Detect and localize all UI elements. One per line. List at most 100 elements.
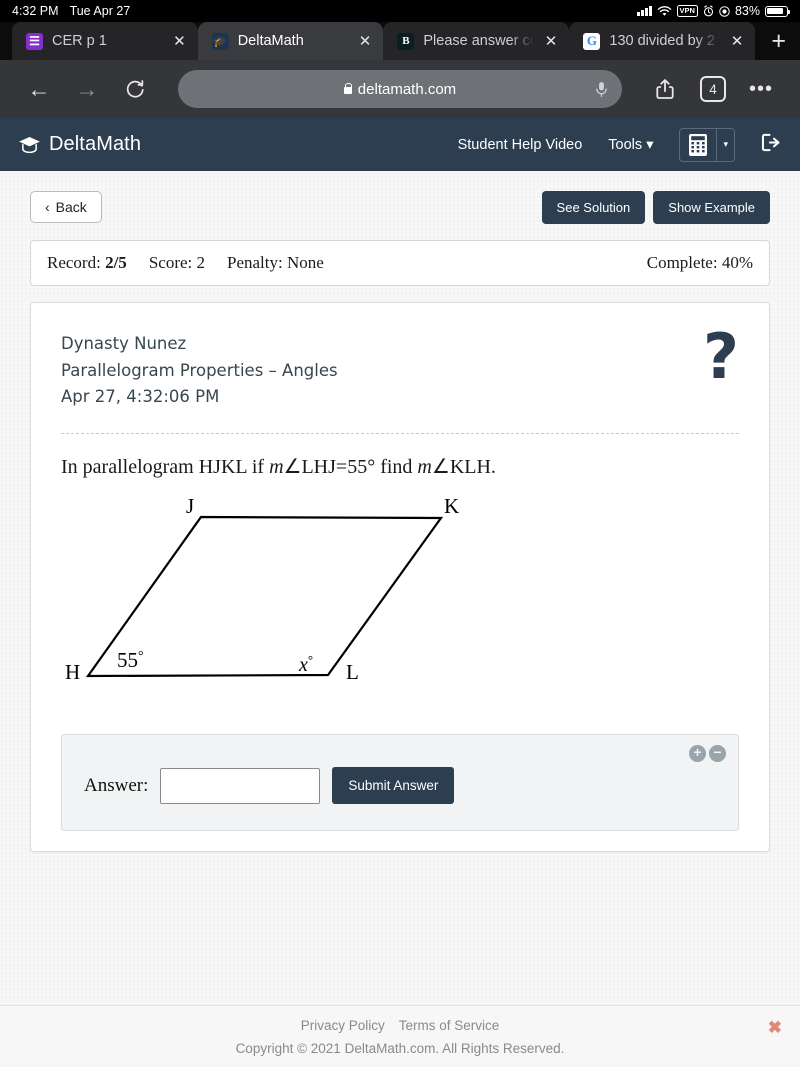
- vpn-badge: VPN: [676, 5, 698, 17]
- question-mark-icon[interactable]: ?: [703, 326, 739, 388]
- record-status-bar: Record: 2/5 Score: 2 Penalty: None Compl…: [30, 240, 770, 286]
- forward-button[interactable]: →: [64, 66, 110, 112]
- tab-title: CER p 1: [52, 33, 107, 49]
- problem-topic: Parallelogram Properties – Angles: [61, 360, 338, 380]
- parallelogram-figure: J K H L 55° x°: [61, 494, 739, 712]
- angle-label-H: 55°: [117, 648, 144, 672]
- lock-icon: [343, 82, 353, 94]
- deltamath-navbar: DeltaMath Student Help Video Tools ▾ ▾: [0, 118, 800, 171]
- microphone-icon[interactable]: [595, 81, 608, 98]
- status-time: 4:32 PM: [12, 4, 59, 18]
- copyright-text: Copyright © 2021 DeltaMath.com. All Righ…: [235, 1041, 565, 1056]
- close-icon[interactable]: ✕: [729, 34, 746, 49]
- tools-menu[interactable]: Tools ▾: [608, 137, 653, 153]
- prompt-part-1: In parallelogram HJKL if: [61, 456, 270, 479]
- graduation-cap-icon: [19, 136, 40, 153]
- browser-tab-deltamath[interactable]: 🎓 DeltaMath ✕: [197, 22, 384, 60]
- more-button[interactable]: •••: [738, 66, 784, 112]
- navbar-right: Student Help Video Tools ▾ ▾: [458, 127, 782, 162]
- deltamath-icon: 🎓: [211, 32, 229, 50]
- degree-symbol-1: °: [367, 456, 376, 479]
- cellular-signal-icon: [637, 6, 652, 16]
- see-solution-button[interactable]: See Solution: [541, 191, 646, 224]
- record-label: Record:: [47, 253, 101, 272]
- student-help-video-link[interactable]: Student Help Video: [458, 137, 583, 153]
- back-button[interactable]: ←: [16, 66, 62, 112]
- penalty-label: Penalty:: [227, 253, 283, 272]
- calculator-button[interactable]: [680, 129, 716, 161]
- tools-label: Tools: [608, 136, 643, 153]
- answer-panel: + − Answer: Submit Answer: [61, 734, 739, 832]
- battery-icon: [765, 5, 790, 17]
- vertex-label-H: H: [65, 660, 80, 684]
- share-icon: [656, 79, 674, 99]
- footer-wrapper: Privacy Policy Terms of Service Copyrigh…: [0, 1005, 800, 1067]
- browser-tab-please-answer[interactable]: B Please answer cor ✕: [383, 22, 570, 60]
- footer-links: Privacy Policy Terms of Service: [30, 1018, 770, 1033]
- tab-title: Please answer cor: [423, 33, 534, 49]
- calculator-dropdown-caret[interactable]: ▾: [716, 128, 734, 161]
- close-icon[interactable]: ✕: [171, 34, 188, 49]
- answer-row: Answer: Submit Answer: [78, 767, 722, 805]
- tab-overview-button[interactable]: 4: [690, 66, 736, 112]
- browser-toolbar: ← → deltamath.com 4 •••: [0, 60, 800, 118]
- score-value: 2: [196, 253, 206, 272]
- back-label: Back: [55, 199, 87, 215]
- action-toolbar: ‹ Back See Solution Show Example: [30, 191, 770, 224]
- zoom-in-button[interactable]: +: [689, 745, 706, 763]
- address-bar[interactable]: deltamath.com: [178, 70, 622, 108]
- wifi-icon: [657, 5, 671, 16]
- brainly-icon: B: [397, 32, 415, 50]
- record-items: Record: 2/5 Score: 2 Penalty: None: [47, 253, 324, 273]
- terms-of-service-link[interactable]: Terms of Service: [399, 1018, 500, 1033]
- new-tab-button[interactable]: +: [755, 27, 800, 60]
- prompt-part-3: find: [375, 456, 418, 479]
- score-label: Score:: [148, 253, 193, 272]
- problem-card: Dynasty Nunez Parallelogram Properties –…: [30, 302, 770, 853]
- page-footer: Privacy Policy Terms of Service Copyrigh…: [0, 1005, 800, 1067]
- answer-label: Answer:: [84, 774, 149, 796]
- back-to-list-button[interactable]: ‹ Back: [30, 191, 102, 223]
- reload-button[interactable]: [112, 66, 158, 112]
- angle-label-L: x°: [298, 652, 313, 676]
- penalty-stat: Penalty: None: [227, 253, 324, 273]
- logout-button[interactable]: [761, 133, 782, 156]
- submit-answer-button[interactable]: Submit Answer: [332, 767, 455, 805]
- privacy-policy-link[interactable]: Privacy Policy: [301, 1018, 385, 1033]
- show-example-button[interactable]: Show Example: [653, 191, 770, 224]
- close-icon[interactable]: ✕: [543, 34, 560, 49]
- brand-name: DeltaMath: [49, 133, 142, 155]
- vertex-label-K: K: [444, 497, 459, 518]
- problem-timestamp: Apr 27, 4:32:06 PM: [61, 387, 220, 407]
- complete-value: 40%: [721, 253, 753, 272]
- slides-icon: ☰: [26, 32, 43, 50]
- problem-header: Dynasty Nunez Parallelogram Properties –…: [61, 326, 739, 411]
- share-button[interactable]: [642, 66, 688, 112]
- tab-count: 4: [700, 76, 726, 102]
- chevron-left-icon: ‹: [45, 199, 50, 215]
- complete-stat: Complete: 40%: [647, 253, 753, 273]
- url-text: deltamath.com: [357, 80, 457, 98]
- zoom-out-button[interactable]: −: [709, 745, 726, 763]
- status-date: Tue Apr 27: [69, 4, 131, 18]
- angle-symbol-1: ∠: [283, 456, 302, 479]
- answer-input[interactable]: [160, 767, 321, 804]
- browser-tab-130-divided[interactable]: G 130 divided by 2 - ✕: [569, 22, 756, 60]
- logout-icon: [761, 133, 780, 152]
- problem-statement: In parallelogram HJKL if m∠LHJ=55° find …: [61, 454, 739, 479]
- brand-logo[interactable]: DeltaMath: [18, 133, 141, 156]
- penalty-value: None: [286, 253, 324, 272]
- angle-symbol-2: ∠: [431, 456, 450, 479]
- browser-tab-cer-p-1[interactable]: ☰ CER p 1 ✕: [12, 22, 198, 60]
- chevron-down-icon: ▾: [646, 136, 654, 153]
- divider: [61, 433, 739, 435]
- prompt-part-4: KLH.: [449, 456, 496, 479]
- close-icon[interactable]: ✕: [357, 34, 374, 49]
- close-icon[interactable]: ✖: [768, 1018, 782, 1038]
- calculator-group[interactable]: ▾: [679, 127, 735, 162]
- tab-title: DeltaMath: [237, 33, 304, 49]
- zoom-controls: + −: [689, 745, 726, 763]
- prompt-part-2: LHJ=55: [301, 456, 368, 479]
- record-value: 2/5: [105, 253, 127, 272]
- problem-meta: Dynasty Nunez Parallelogram Properties –…: [61, 331, 338, 411]
